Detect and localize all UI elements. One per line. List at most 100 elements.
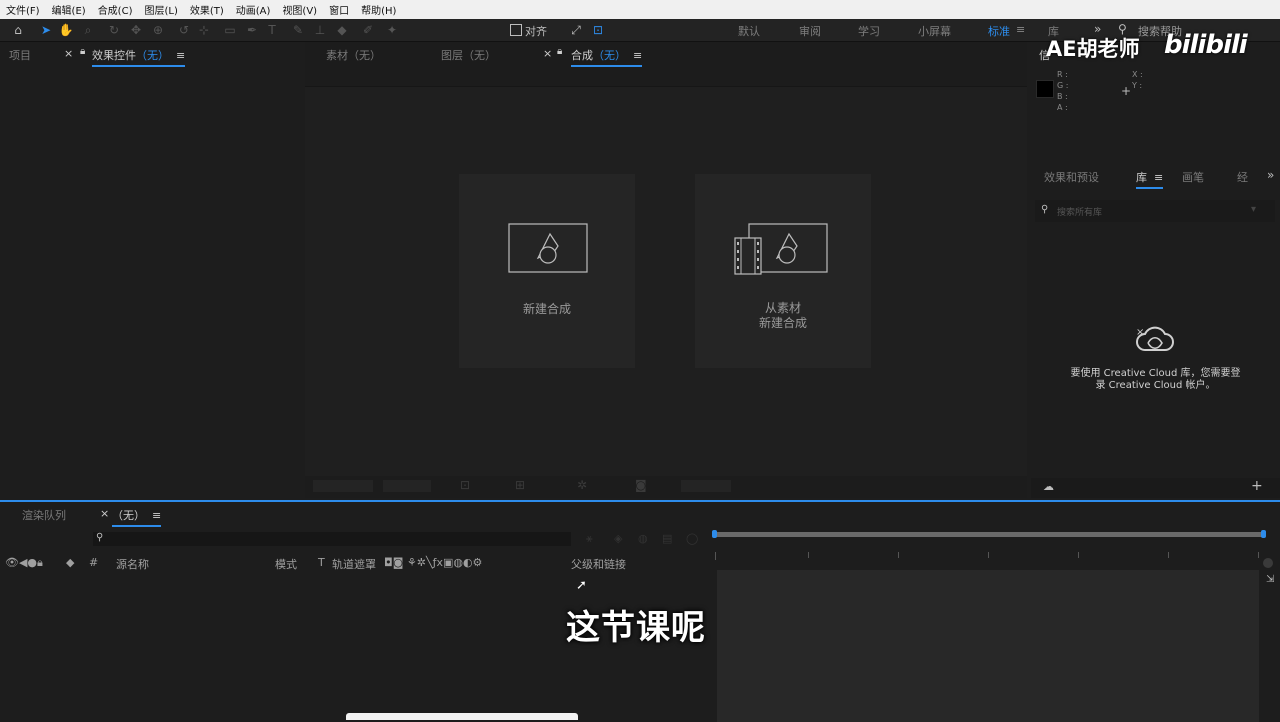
col-track-matte[interactable]: 轨道遮罩 <box>332 556 376 572</box>
menu-view[interactable]: 视图(V) <box>276 2 323 17</box>
menu-layer[interactable]: 图层(L) <box>138 2 183 17</box>
menu-effect[interactable]: 效果(T) <box>184 2 230 17</box>
work-area-bar[interactable] <box>715 532 1265 537</box>
add-icon[interactable]: + <box>1251 478 1263 494</box>
tab-effect-controls[interactable]: 效果控件（无） ≡ <box>92 47 186 67</box>
rectangle-tool-icon[interactable]: ▭ <box>222 22 238 38</box>
layer-search-input[interactable]: ⚲ <box>93 532 571 546</box>
comp-button-icon[interactable]: ⇲ <box>1266 574 1274 585</box>
workspace-review[interactable]: 审阅 <box>799 23 821 39</box>
puppet-tool-icon[interactable]: ✦ <box>384 22 400 38</box>
view-dropdown[interactable] <box>681 480 731 492</box>
work-area-start-handle[interactable] <box>712 530 717 538</box>
layer-switch-icons: ◘◙ ⚘✲╲ƒx▣◍◐⚙ <box>384 556 483 569</box>
tab-effect-controls-label: 效果控件 <box>92 49 136 62</box>
camera-tool-icon[interactable]: ✥ <box>128 22 144 38</box>
lock-icon[interactable]: 🔒︎ <box>557 46 562 57</box>
lock-icon[interactable]: 🔒︎ <box>80 46 85 57</box>
brush-tool-icon[interactable]: ✎ <box>290 22 306 38</box>
grid-icon[interactable]: ⊞ <box>515 478 525 492</box>
xy-readout: X : Y : <box>1132 69 1143 91</box>
filter-icon[interactable]: ▾ <box>1251 204 1256 215</box>
align-checkbox[interactable] <box>510 24 522 36</box>
sign-in-message-line1: 要使用 Creative Cloud 库，您需要登 <box>1070 368 1241 379</box>
snap-icon[interactable]: ⤢ <box>568 22 584 38</box>
panel-menu-icon[interactable]: ≡ <box>1151 171 1163 184</box>
motion-blur-icon[interactable]: ◯ <box>686 532 698 545</box>
tab-libraries[interactable]: 库 ≡ <box>1136 169 1164 189</box>
video-bottom-bar <box>346 713 578 720</box>
composition-viewer-panel: 素材（无） 图层（无） × 🔒︎ 合成（无） ≡ ⊡ ⊞ ✲ ◙ <box>305 42 1027 498</box>
pen-tool-icon[interactable]: ✒ <box>244 22 260 38</box>
menu-window[interactable]: 窗口 <box>323 2 355 17</box>
libraries-panel: 效果和预设 库 ≡ 画笔 经 » ⚲ 搜索所有库 ▾ × 要使用 Creativ… <box>1031 164 1280 498</box>
tab-project[interactable]: 项目 <box>9 47 31 63</box>
close-tab-icon[interactable]: × <box>64 47 73 60</box>
work-area-end-handle[interactable] <box>1261 530 1266 538</box>
zoom-tool-icon[interactable]: ⌕ <box>80 22 96 38</box>
selection-tool-icon[interactable]: ➤ <box>38 22 54 38</box>
tab-footage[interactable]: 素材（无） <box>326 47 381 63</box>
col-parent-link[interactable]: 父级和链接 <box>571 556 626 572</box>
comp-flowchart-icon[interactable]: ⚹ <box>586 532 593 546</box>
cloud-sync-icon[interactable]: ☁ <box>1043 480 1054 493</box>
col-number: # <box>89 556 99 569</box>
workspace-learn[interactable]: 学习 <box>858 23 880 39</box>
panel-menu-icon[interactable]: ≡ <box>173 49 185 62</box>
timeline-track-area[interactable] <box>717 570 1259 722</box>
home-icon[interactable]: ⌂ <box>10 22 26 38</box>
orbit-tool-icon[interactable]: ↺ <box>176 22 192 38</box>
tab-paragraph[interactable]: 经 <box>1237 169 1248 185</box>
tab-render-queue[interactable]: 渲染队列 <box>22 507 66 523</box>
tab-layer[interactable]: 图层（无） <box>441 47 496 63</box>
camera-snapshot-icon[interactable]: ◙ <box>635 478 647 492</box>
col-t: T <box>318 556 325 569</box>
tab-libraries-label: 库 <box>1136 171 1147 184</box>
resolution-dropdown[interactable] <box>383 480 431 492</box>
panel-menu-icon[interactable]: ≡ <box>630 49 642 62</box>
menu-composition[interactable]: 合成(C) <box>92 2 139 17</box>
col-source-name[interactable]: 源名称 <box>116 556 149 572</box>
workspace-menu-icon[interactable]: ≡ <box>1016 23 1025 36</box>
tab-brushes[interactable]: 画笔 <box>1182 169 1204 185</box>
subtitle-caption: 这节课呢 <box>566 608 706 648</box>
new-composition-card[interactable]: 新建合成 <box>459 174 635 368</box>
snap-grid-icon[interactable]: ⊡ <box>590 22 606 38</box>
panel-menu-icon[interactable]: ≡ <box>149 509 161 522</box>
magnification-dropdown[interactable] <box>313 480 373 492</box>
label-tag-icon: ◆ <box>66 556 75 569</box>
menu-animation[interactable]: 动画(A) <box>230 2 277 17</box>
workspace-standard[interactable]: 标准 <box>988 23 1010 39</box>
menu-edit[interactable]: 编辑(E) <box>46 2 92 17</box>
viewer-controls-bar: ⊡ ⊞ ✲ ◙ <box>305 476 1027 498</box>
overflow-icon[interactable]: » <box>1267 168 1274 182</box>
shy-layers-icon[interactable]: ◍ <box>638 532 648 545</box>
tab-timeline-none[interactable]: （无） ≡ <box>112 507 162 527</box>
time-ruler[interactable] <box>715 552 1271 560</box>
draft-3d-icon[interactable]: ◈ <box>614 532 622 545</box>
workspace-small-screen[interactable]: 小屏幕 <box>918 23 951 39</box>
anchor-tool-icon[interactable]: ⊹ <box>196 22 212 38</box>
close-tab-icon[interactable]: × <box>543 47 552 60</box>
region-of-interest-icon[interactable]: ⊡ <box>460 478 470 492</box>
clone-stamp-tool-icon[interactable]: ⊥ <box>312 22 328 38</box>
col-mode[interactable]: 模式 <box>275 556 297 572</box>
new-composition-from-footage-card[interactable]: 从素材 新建合成 <box>695 174 871 368</box>
from-footage-label-line2: 新建合成 <box>758 316 807 330</box>
frame-blending-icon[interactable]: ▤ <box>662 532 672 545</box>
pan-behind-tool-icon[interactable]: ⊕ <box>150 22 166 38</box>
hand-tool-icon[interactable]: ✋ <box>58 22 74 38</box>
roto-brush-tool-icon[interactable]: ✐ <box>360 22 376 38</box>
eraser-tool-icon[interactable]: ◆ <box>334 22 350 38</box>
zoom-slider-handle[interactable] <box>1263 558 1273 568</box>
type-tool-icon[interactable]: T <box>264 22 280 38</box>
tab-composition[interactable]: 合成（无） ≡ <box>571 47 643 67</box>
rotate-tool-icon[interactable]: ↻ <box>106 22 122 38</box>
workspace-default[interactable]: 默认 <box>738 23 760 39</box>
library-search-input[interactable]: ⚲ 搜索所有库 ▾ <box>1035 200 1275 222</box>
menu-help[interactable]: 帮助(H) <box>355 2 402 17</box>
menu-file[interactable]: 文件(F) <box>0 2 46 17</box>
tab-effects-presets[interactable]: 效果和预设 <box>1044 169 1099 185</box>
close-tab-icon[interactable]: × <box>100 507 109 520</box>
settings-icon[interactable]: ✲ <box>577 478 587 492</box>
